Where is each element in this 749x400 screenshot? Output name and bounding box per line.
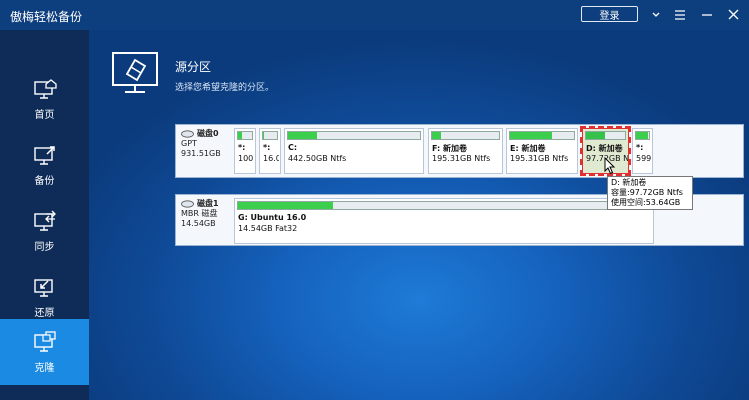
mouse-cursor-icon: [604, 157, 616, 175]
partition-info: 14.54GB Fat32: [238, 224, 298, 233]
sidebar-item-home[interactable]: 首页: [0, 66, 89, 132]
usage-fill: [636, 132, 648, 139]
usage-bar: [287, 131, 421, 140]
usage-fill: [586, 132, 605, 139]
disk-info: 磁盘0 GPT 931.51GB: [181, 129, 236, 159]
main-panel: 源分区 选择您希望克隆的分区。 磁盘0 GPT 931.51GB *: 100.…: [89, 30, 749, 400]
partition-name: G: Ubuntu 16.0: [238, 213, 307, 222]
partition-info: 195.31GB Ntfs: [510, 154, 569, 163]
sidebar-item-label: 克隆: [34, 363, 55, 374]
partition-info: 16.0...: [263, 154, 279, 163]
partition-disk1-g[interactable]: G: Ubuntu 16.0 14.54GB Fat32: [234, 198, 654, 244]
page-subtitle: 选择您希望克隆的分区。: [175, 83, 275, 93]
usage-fill: [238, 202, 333, 209]
partition-monitor-icon: [112, 52, 158, 93]
sidebar-item-backup[interactable]: 备份: [0, 132, 89, 198]
partition-name: *:: [636, 143, 644, 152]
backup-icon: [34, 146, 55, 165]
usage-bar: [509, 131, 575, 140]
app-title: 傲梅轻松备份: [10, 10, 83, 24]
usage-bar: [635, 131, 650, 140]
disk-type: GPT: [181, 139, 197, 148]
partition-info: 100...: [238, 154, 254, 163]
partition-disk0-p2[interactable]: *: 16.0...: [259, 128, 281, 174]
tooltip-line: D: 新加卷: [611, 178, 647, 187]
disk-0-row: 磁盘0 GPT 931.51GB *: 100... *: 16.0... C:…: [175, 124, 744, 178]
partition-name: C:: [288, 143, 298, 152]
usage-fill: [432, 132, 442, 139]
menu-icon[interactable]: [670, 6, 690, 24]
partition-tooltip: D: 新加卷 容量:97.72GB Ntfs 使用空间:53.64GB: [607, 176, 693, 210]
disk-info: 磁盘1 MBR 磁盘 14.54GB: [181, 199, 236, 229]
disk-name: 磁盘0: [197, 129, 219, 138]
partition-disk0-p7[interactable]: *: 599...: [632, 128, 653, 174]
sidebar-item-label: 同步: [34, 242, 55, 253]
partition-disk0-e[interactable]: E: 新加卷 195.31GB Ntfs: [506, 128, 578, 174]
home-icon: [34, 79, 57, 99]
restore-icon: [34, 279, 53, 297]
tooltip-line: 使用空间:53.64GB: [611, 198, 681, 207]
sidebar-item-label: 备份: [34, 176, 55, 187]
sidebar-item-clone[interactable]: 克隆: [0, 319, 89, 385]
sidebar: 首页 备份 同步 还原 克隆: [0, 30, 89, 400]
page-title: 源分区: [175, 60, 212, 74]
usage-fill: [510, 132, 552, 139]
dropdown-menu-icon[interactable]: [646, 6, 666, 24]
partition-name: *:: [238, 143, 246, 152]
disk-icon: [181, 200, 194, 208]
partition-info: 195.31GB Ntfs: [432, 154, 491, 163]
tooltip-line: 容量:97.72GB Ntfs: [611, 188, 683, 197]
partition-info: 442.50GB Ntfs: [288, 154, 347, 163]
title-bar: 傲梅轻松备份 登录: [0, 0, 749, 30]
partition-name: F: 新加卷: [432, 144, 468, 153]
partition-name: D: 新加卷: [586, 144, 623, 153]
close-icon[interactable]: [724, 6, 744, 24]
minimize-icon[interactable]: [697, 6, 717, 24]
sidebar-item-sync[interactable]: 同步: [0, 198, 89, 264]
disk-size: 931.51GB: [181, 149, 221, 158]
partition-name: E: 新加卷: [510, 144, 546, 153]
sidebar-item-label: 还原: [34, 308, 55, 319]
disk-name: 磁盘1: [197, 199, 219, 208]
disk-type: MBR 磁盘: [181, 209, 218, 218]
usage-bar: [431, 131, 500, 140]
usage-bar: [262, 131, 278, 140]
partition-disk0-p1[interactable]: *: 100...: [234, 128, 256, 174]
usage-bar: [237, 201, 651, 210]
partition-info: 599...: [636, 154, 652, 163]
usage-fill: [238, 132, 243, 139]
clone-icon: [34, 331, 56, 352]
usage-bar: [585, 131, 626, 140]
usage-bar: [237, 131, 253, 140]
partition-disk0-c[interactable]: C: 442.50GB Ntfs: [284, 128, 424, 174]
partition-name: *:: [263, 143, 271, 152]
partition-disk0-f[interactable]: F: 新加卷 195.31GB Ntfs: [428, 128, 503, 174]
sidebar-item-label: 首页: [34, 110, 55, 121]
login-button[interactable]: 登录: [581, 6, 638, 22]
disk-icon: [181, 130, 194, 138]
usage-fill: [288, 132, 318, 139]
usage-fill: [263, 132, 264, 139]
sync-icon: [34, 210, 56, 231]
disk-size: 14.54GB: [181, 219, 216, 228]
